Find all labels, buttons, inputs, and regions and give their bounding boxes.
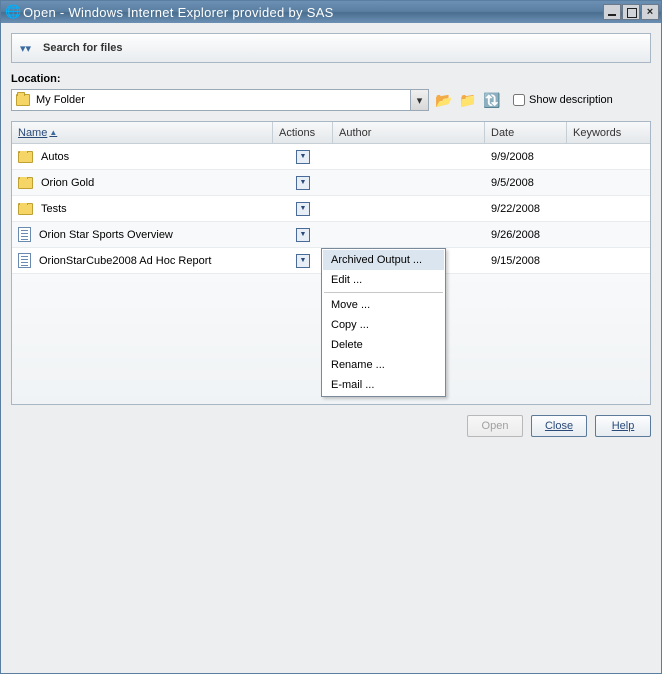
location-row: My Folder ▾ 📂 📁 🔃 Show description xyxy=(11,89,651,111)
column-header-actions[interactable]: Actions xyxy=(273,122,333,143)
column-header-keywords[interactable]: Keywords xyxy=(567,122,650,143)
window-controls: × xyxy=(602,4,659,20)
column-header-date-label: Date xyxy=(491,127,514,139)
window-title: Open - Windows Internet Explorer provide… xyxy=(23,5,602,20)
cell-date: 9/15/2008 xyxy=(485,255,567,267)
actions-menu-button[interactable]: ▼ xyxy=(296,176,310,190)
show-description-toggle[interactable]: Show description xyxy=(513,94,613,106)
cell-date: 9/26/2008 xyxy=(485,229,567,241)
document-icon xyxy=(18,253,31,268)
context-menu-item[interactable]: Edit ... xyxy=(323,270,444,290)
actions-menu-button[interactable]: ▼ xyxy=(296,254,310,268)
column-header-actions-label: Actions xyxy=(279,127,315,139)
new-folder-icon[interactable]: 📁 xyxy=(459,91,477,109)
cell-date: 9/9/2008 xyxy=(485,151,567,163)
cell-name[interactable]: Orion Star Sports Overview xyxy=(12,227,273,242)
ie-icon: 🌐 xyxy=(5,5,19,19)
grid-header-row: Name ▲ Actions Author Date Keywords xyxy=(12,122,650,144)
file-name-label: Orion Gold xyxy=(41,177,94,189)
table-row[interactable]: Autos ▼ 9/9/2008 xyxy=(12,144,650,170)
dialog-button-row: Open Close Help xyxy=(11,415,651,437)
location-selected-text: My Folder xyxy=(36,94,424,106)
show-description-label: Show description xyxy=(529,94,613,106)
close-window-button[interactable]: × xyxy=(641,4,659,20)
dropdown-button[interactable]: ▾ xyxy=(410,90,428,110)
folder-icon xyxy=(18,151,33,163)
refresh-icon[interactable]: 🔃 xyxy=(483,91,501,109)
cell-name[interactable]: Tests xyxy=(12,203,273,215)
file-name-label: Orion Star Sports Overview xyxy=(39,229,173,241)
cell-name[interactable]: Autos xyxy=(12,151,273,163)
column-header-keywords-label: Keywords xyxy=(573,127,621,139)
folder-icon xyxy=(18,177,33,189)
cell-name[interactable]: Orion Gold xyxy=(12,177,273,189)
location-label: Location: xyxy=(11,73,651,85)
column-header-author-label: Author xyxy=(339,127,371,139)
context-menu-separator xyxy=(324,292,443,293)
location-select[interactable]: My Folder ▾ xyxy=(11,89,429,111)
cell-actions: ▼ xyxy=(273,202,333,216)
sort-ascending-icon: ▲ xyxy=(49,128,57,137)
column-header-date[interactable]: Date xyxy=(485,122,567,143)
actions-menu-button[interactable]: ▼ xyxy=(296,228,310,242)
search-panel[interactable]: ▾▾ Search for files xyxy=(11,33,651,63)
cell-actions: ▼ xyxy=(273,176,333,190)
up-folder-icon[interactable]: 📂 xyxy=(435,91,453,109)
column-header-author[interactable]: Author xyxy=(333,122,485,143)
context-menu: Archived Output ...Edit ... Move ...Copy … xyxy=(321,248,446,397)
help-button[interactable]: Help xyxy=(595,415,651,437)
file-name-label: Tests xyxy=(41,203,67,215)
chevron-expand-icon[interactable]: ▾▾ xyxy=(20,42,31,55)
cell-name[interactable]: OrionStarCube2008 Ad Hoc Report xyxy=(12,253,273,268)
table-row[interactable]: Orion Gold ▼ 9/5/2008 xyxy=(12,170,650,196)
cell-actions: ▼ xyxy=(273,228,333,242)
cell-date: 9/22/2008 xyxy=(485,203,567,215)
document-icon xyxy=(18,227,31,242)
maximize-button[interactable] xyxy=(622,4,640,20)
file-name-label: OrionStarCube2008 Ad Hoc Report xyxy=(39,255,211,267)
cell-actions: ▼ xyxy=(273,150,333,164)
folder-icon xyxy=(18,203,33,215)
titlebar: 🌐 Open - Windows Internet Explorer provi… xyxy=(1,1,661,23)
actions-menu-button[interactable]: ▼ xyxy=(296,150,310,164)
table-row[interactable]: Tests ▼ 9/22/2008 xyxy=(12,196,650,222)
context-menu-item[interactable]: E-mail ... xyxy=(323,375,444,395)
context-menu-item[interactable]: Delete xyxy=(323,335,444,355)
open-button: Open xyxy=(467,415,523,437)
file-name-label: Autos xyxy=(41,151,69,163)
table-row[interactable]: Orion Star Sports Overview ▼ 9/26/2008 xyxy=(12,222,650,248)
context-menu-item[interactable]: Rename ... xyxy=(323,355,444,375)
context-menu-item[interactable]: Copy ... xyxy=(323,315,444,335)
cell-date: 9/5/2008 xyxy=(485,177,567,189)
search-label: Search for files xyxy=(43,42,122,54)
context-menu-item[interactable]: Move ... xyxy=(323,295,444,315)
context-menu-item[interactable]: Archived Output ... xyxy=(323,250,444,270)
column-header-name[interactable]: Name ▲ xyxy=(12,122,273,143)
minimize-button[interactable] xyxy=(603,4,621,20)
actions-menu-button[interactable]: ▼ xyxy=(296,202,310,216)
close-button[interactable]: Close xyxy=(531,415,587,437)
folder-icon xyxy=(16,94,30,106)
show-description-checkbox[interactable] xyxy=(513,94,525,106)
column-header-name-label: Name xyxy=(18,127,47,139)
